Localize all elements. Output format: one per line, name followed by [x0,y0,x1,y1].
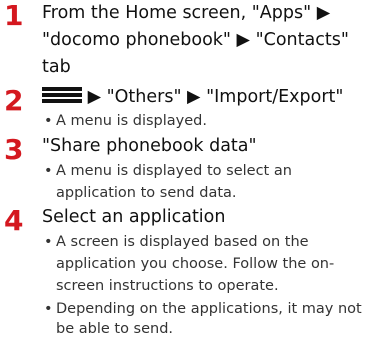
bullet-dot: • [44,163,53,179]
bullet-dot: • [44,234,53,250]
step-4-bullet-2-cont: be able to send. [56,321,174,337]
bullet-dot: • [44,301,53,317]
step-number-3: 3 [4,133,24,166]
bullet-text: A menu is displayed. [56,113,207,129]
step-4-bullet-1-cont-1: application you choose. Follow the on- [56,256,335,272]
step-3-bullet-1-cont: application to send data. [56,185,237,201]
step-number-2: 2 [4,84,24,117]
step-number-1: 1 [4,0,24,32]
step-4-bullet-2: • Depending on the applications, it may n… [44,298,362,320]
step-1-line-3: tab [42,57,71,77]
step-4-title: Select an application [42,207,226,227]
bullet-text: Depending on the applications, it may no… [56,301,362,317]
step-2-title: ▶ "Others" ▶ "Import/Export" [42,84,343,111]
step-2-bullet-1: • A menu is displayed. [44,110,207,132]
bullet-text: A screen is displayed based on the [56,234,309,250]
step-1-line-2: "docomo phonebook" ▶ "Contacts" [42,30,349,50]
bullet-dot: • [44,113,53,129]
step-3-bullet-1: • A menu is displayed to select an [44,160,292,182]
step-3-title: "Share phonebook data" [42,136,257,156]
step-4-bullet-1: • A screen is displayed based on the [44,231,309,253]
step-number-4: 4 [4,204,24,237]
menu-icon [42,86,82,104]
step-4-bullet-1-cont-2: screen instructions to operate. [56,278,279,294]
step-2-title-text: ▶ "Others" ▶ "Import/Export" [82,87,344,107]
step-1-line-1: From the Home screen, "Apps" ▶ [42,3,331,23]
bullet-text: A menu is displayed to select an [56,163,292,179]
